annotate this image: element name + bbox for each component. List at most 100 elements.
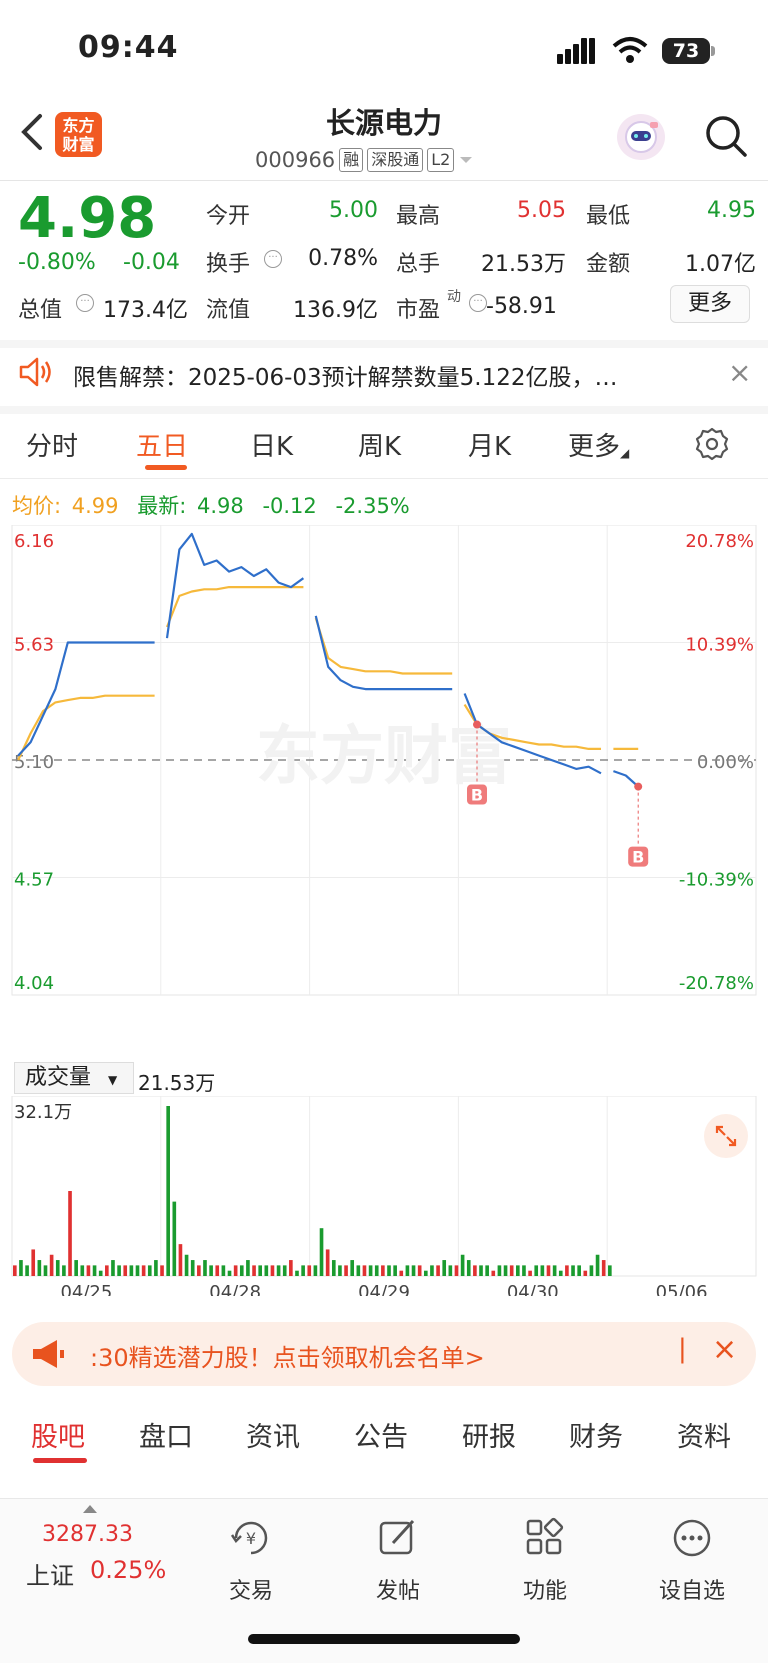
nav-trade-label: 交易 — [228, 1579, 273, 1604]
volume-bar — [129, 1265, 134, 1276]
latest-label: 最新: — [137, 494, 187, 518]
volume-bar — [448, 1265, 453, 1276]
battery-indicator: 73 — [662, 38, 710, 64]
close-icon[interactable]: × — [728, 356, 751, 389]
y-tick-right: 20.78% — [685, 531, 754, 552]
volume-bar — [166, 1106, 170, 1276]
volume-bar — [92, 1265, 97, 1276]
volume-bar — [270, 1265, 275, 1276]
info-icon[interactable]: ··· — [469, 294, 487, 312]
y-tick-right: -20.78% — [679, 973, 754, 994]
nav-add-watchlist-label: 设自选 — [658, 1579, 725, 1604]
subtab-order-book[interactable]: 盘口 — [139, 1415, 193, 1454]
volume-bar — [485, 1265, 489, 1276]
subtab-profile[interactable]: 资料 — [677, 1415, 731, 1454]
volume-bar — [350, 1260, 355, 1276]
volume-bar — [209, 1265, 213, 1276]
volume-bar — [577, 1265, 581, 1276]
nav-functions-label: 功能 — [522, 1579, 567, 1604]
volume-bar — [141, 1265, 146, 1276]
value-pe: -58.91 — [486, 294, 557, 319]
volume-bar — [105, 1265, 109, 1276]
promo-close-icon[interactable]: × — [712, 1332, 737, 1367]
price-chart[interactable]: 6.16 20.78%5.63 10.39%5.10 0.00%4.57 -10.39%… — [0, 525, 768, 1055]
header-divider — [0, 180, 768, 181]
settings-gear-icon[interactable] — [695, 427, 729, 461]
tab-intraday[interactable]: 分时 — [26, 426, 78, 463]
expand-button[interactable] — [704, 1114, 748, 1158]
index-name[interactable]: 上证 — [26, 1556, 74, 1591]
volume-bar — [178, 1244, 183, 1276]
volume-chart[interactable]: 32.1万 04/25 04/28 04/29 04/30 05/06 — [0, 1096, 768, 1296]
value-float-cap: 136.9亿 — [293, 298, 378, 323]
search-icon[interactable] — [704, 114, 748, 158]
section-divider — [0, 406, 768, 414]
nav-trade[interactable]: ¥ 交易 — [196, 1515, 306, 1605]
edit-icon — [379, 1519, 415, 1555]
tab-weekly-k[interactable]: 周K — [358, 426, 401, 463]
volume-bar — [227, 1270, 232, 1276]
more-quote-button[interactable]: 更多 — [670, 285, 750, 323]
volume-indicator-dropdown[interactable]: 成交量 ▼ — [14, 1062, 134, 1094]
volume-bar — [172, 1201, 177, 1276]
subtab-announcements[interactable]: 公告 — [354, 1415, 408, 1454]
volume-bar — [491, 1270, 496, 1276]
status-time: 09:44 — [78, 30, 179, 65]
nav-add-watchlist[interactable]: 设自选 — [637, 1515, 747, 1605]
notice-text[interactable]: 限售解禁：2025-06-03预计解禁数量5.122亿股，… — [73, 358, 618, 392]
volume-bar — [37, 1260, 42, 1276]
svg-text:¥: ¥ — [246, 1529, 256, 1548]
volume-bar — [184, 1254, 189, 1276]
expand-icon — [715, 1125, 737, 1147]
assistant-avatar[interactable] — [617, 114, 665, 160]
tab-five-day[interactable]: 五日 — [136, 426, 188, 463]
volume-bar — [528, 1270, 532, 1276]
info-icon[interactable]: ··· — [264, 250, 282, 268]
tag-connect: 深股通 — [367, 148, 424, 172]
volume-bar — [571, 1265, 575, 1276]
volume-bar — [246, 1260, 250, 1276]
volume-bar — [13, 1265, 17, 1276]
volume-bar — [436, 1265, 440, 1276]
index-expand-caret-icon[interactable] — [83, 1505, 97, 1513]
volume-bar — [423, 1270, 428, 1276]
nav-functions[interactable]: 功能 — [490, 1515, 600, 1605]
subtab-research[interactable]: 研报 — [462, 1415, 516, 1454]
volume-bar — [583, 1270, 588, 1276]
latest-change: -0.12 — [262, 494, 317, 518]
nav-post[interactable]: 发帖 — [343, 1515, 453, 1605]
volume-bar — [589, 1265, 594, 1276]
stock-subtitle[interactable]: 000966 融 深股通 L2 — [255, 146, 474, 174]
volume-bar — [258, 1265, 263, 1276]
volume-bar — [98, 1270, 103, 1276]
volume-bar — [411, 1265, 416, 1276]
volume-bar — [190, 1260, 195, 1276]
volume-bar — [111, 1260, 115, 1276]
wifi-icon — [612, 37, 648, 63]
avg-value: 4.99 — [71, 494, 119, 518]
volume-bar — [497, 1265, 502, 1276]
index-percent[interactable]: 0.25% — [90, 1556, 166, 1584]
info-icon[interactable]: ··· — [76, 294, 94, 312]
volume-bar — [534, 1265, 539, 1276]
megaphone-icon — [33, 1340, 64, 1368]
subtab-guba[interactable]: 股吧 — [31, 1415, 85, 1454]
value-volume: 21.53万 — [481, 252, 566, 277]
promo-text[interactable]: :30精选潜力股！点击领取机会名单> — [90, 1338, 485, 1373]
latest-percent: -2.35% — [335, 494, 410, 518]
label-volume: 总手 — [396, 252, 441, 277]
tag-margin: 融 — [339, 148, 364, 172]
volume-frame — [11, 1096, 757, 1277]
tab-monthly-k[interactable]: 月K — [468, 426, 511, 463]
tab-daily-k[interactable]: 日K — [250, 426, 293, 463]
index-value[interactable]: 3287.33 — [42, 1522, 133, 1547]
volume-bar — [239, 1265, 244, 1276]
value-low: 4.95 — [707, 198, 756, 223]
subtab-financials[interactable]: 财务 — [569, 1415, 623, 1454]
volume-bar — [31, 1249, 36, 1276]
volume-bar — [49, 1254, 54, 1276]
tab-more[interactable]: 更多◢ — [568, 426, 629, 463]
subtab-news[interactable]: 资讯 — [246, 1415, 300, 1454]
y-tick-left: 6.16 — [14, 531, 54, 552]
change-percent: -0.80% — [18, 250, 96, 275]
